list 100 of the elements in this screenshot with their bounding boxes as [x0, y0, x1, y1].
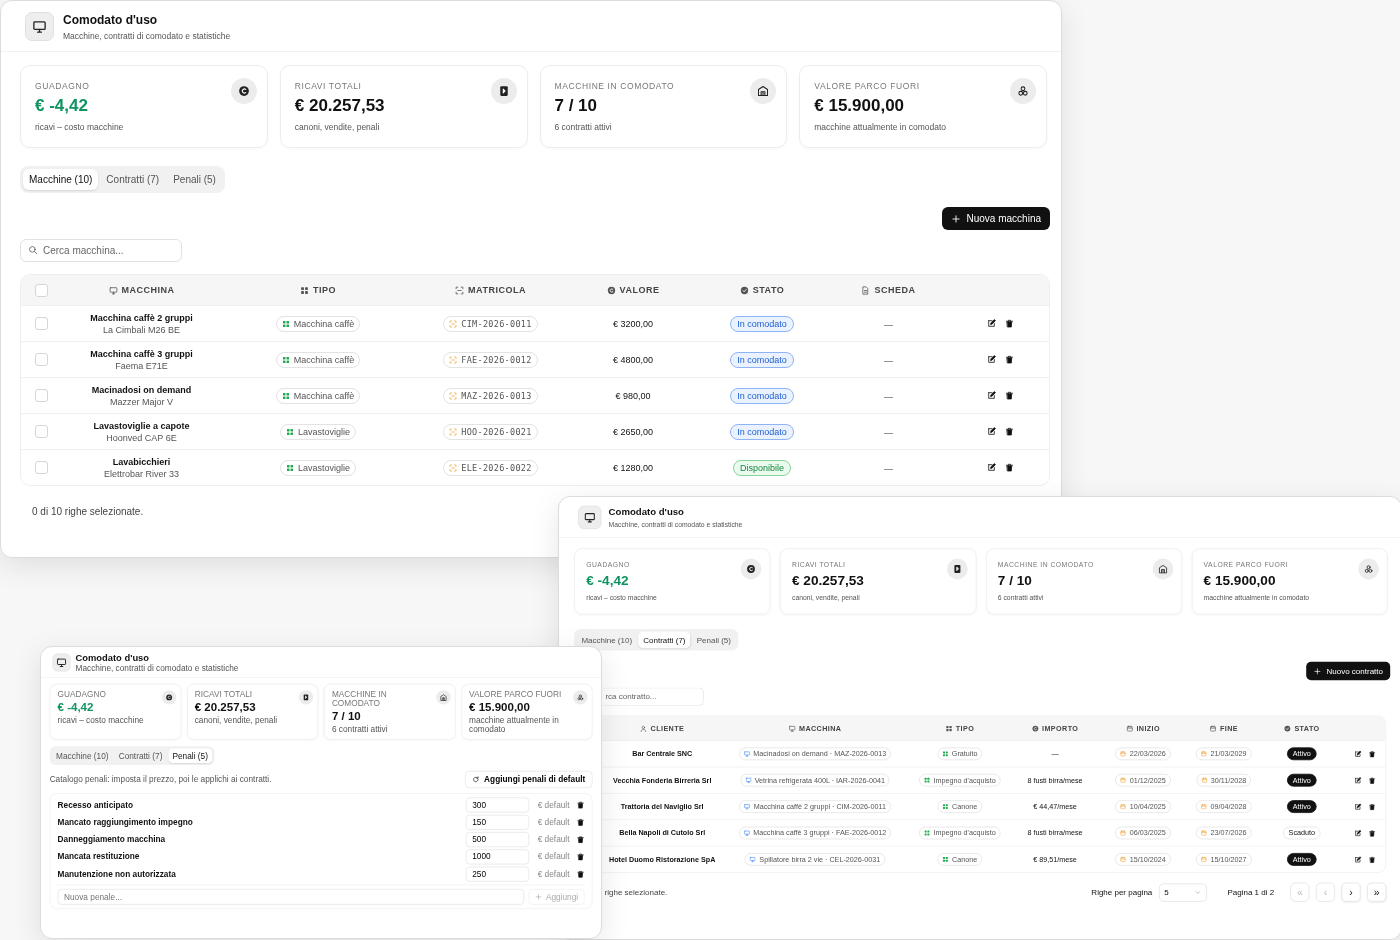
sheet-value: —: [884, 355, 893, 366]
trash-icon[interactable]: [1005, 463, 1014, 472]
edit-icon[interactable]: [1353, 776, 1361, 784]
row-checkbox[interactable]: [34, 317, 48, 330]
column-header: STATO: [752, 285, 785, 295]
edit-icon[interactable]: [1353, 855, 1361, 863]
calendar-icon: [1120, 829, 1127, 837]
trash-icon[interactable]: [1005, 319, 1014, 328]
edit-icon[interactable]: [987, 355, 996, 364]
stat-value: € 15.900,00: [1203, 573, 1277, 589]
edit-icon[interactable]: [1353, 803, 1361, 811]
unit-label: € default: [537, 869, 570, 879]
trash-icon[interactable]: [1005, 427, 1014, 436]
tab[interactable]: Macchine (10): [51, 748, 113, 763]
tab[interactable]: Penali (5): [167, 169, 222, 190]
amount-field[interactable]: 500: [465, 831, 530, 847]
page-button[interactable]: »: [1367, 882, 1387, 902]
building-icon: [1152, 558, 1174, 580]
amount-field[interactable]: 1000: [465, 848, 530, 865]
amount-field[interactable]: 250: [465, 866, 530, 882]
machine-name: Lavastoviglie a capote: [93, 420, 190, 431]
stat-note: canoni, vendite, penali: [294, 122, 381, 132]
grid-icon: [281, 355, 290, 364]
stat-value: € -4,42: [57, 701, 95, 714]
tab[interactable]: Contratti (7): [638, 631, 691, 649]
stat-note: ricavi – costo macchine: [57, 716, 145, 725]
app-icon: [578, 505, 602, 529]
penalty-name: Mancata restituzione: [57, 852, 141, 861]
tab[interactable]: Contratti (7): [114, 748, 167, 763]
stat-label: RICAVI TOTALI: [194, 690, 254, 699]
penalty-name: Manutenzione non autorizzata: [57, 869, 177, 879]
edit-icon[interactable]: [987, 319, 996, 328]
tab[interactable]: Contratti (7): [100, 169, 166, 190]
trash-icon[interactable]: [1005, 391, 1014, 400]
grid-icon: [281, 319, 290, 328]
machine-value: € 1280,00: [612, 462, 653, 473]
trash-icon[interactable]: [1368, 750, 1376, 758]
serial-number: FAE-2026-0012: [461, 354, 532, 365]
tab[interactable]: Macchine (10): [576, 631, 637, 649]
circles-icon: [573, 690, 588, 705]
trash-icon[interactable]: [1368, 855, 1376, 863]
calendar-icon: [1201, 856, 1208, 863]
file-icon: [861, 285, 871, 295]
search-field[interactable]: Cerca macchina...: [20, 239, 182, 262]
plus-icon: [1313, 667, 1322, 675]
tab[interactable]: Penali (5): [691, 631, 736, 649]
stat-label: VALORE PARCO FUORI: [469, 690, 563, 699]
page-button[interactable]: ›: [1341, 882, 1361, 902]
scan-icon: [449, 355, 458, 364]
page-title: Comodato d'uso: [63, 12, 159, 27]
row-checkbox[interactable]: [34, 353, 48, 366]
search-icon: [28, 245, 38, 255]
stat-label: GUADAGNO: [35, 81, 91, 91]
machine-value: € 980,00: [615, 390, 651, 401]
status-badge: In comodato: [730, 351, 794, 368]
check-circle-icon: [1284, 724, 1292, 732]
edit-icon[interactable]: [1353, 750, 1361, 758]
grid-icon: [300, 285, 309, 295]
scan-icon: [455, 285, 465, 295]
trash-icon[interactable]: [1368, 829, 1376, 837]
edit-icon[interactable]: [987, 463, 996, 472]
stat-value: € 15.900,00: [814, 96, 906, 116]
grid-icon: [286, 427, 294, 436]
plus-icon: [950, 213, 961, 224]
stat-note: canoni, vendite, penali: [194, 716, 279, 725]
stat-value: € 20.257,53: [792, 573, 864, 589]
row-checkbox[interactable]: [34, 389, 48, 402]
grid-icon: [942, 803, 949, 810]
edit-icon[interactable]: [987, 391, 996, 400]
amount-field[interactable]: 150: [465, 814, 530, 830]
trash-icon[interactable]: [1368, 776, 1376, 784]
row-checkbox[interactable]: [34, 425, 48, 438]
coin-icon: [1031, 724, 1039, 732]
coin-icon: [740, 558, 762, 580]
amount-field[interactable]: 300: [465, 797, 530, 813]
column-header: SCHEDA: [874, 285, 916, 295]
stat-value: € 20.257,53: [194, 701, 257, 714]
monitor-icon: [743, 750, 751, 757]
tab[interactable]: Macchine (10): [23, 169, 99, 190]
sheet-value: —: [884, 463, 893, 474]
edit-icon[interactable]: [1353, 829, 1361, 837]
tab[interactable]: Penali (5): [168, 748, 213, 763]
serial-number: MAZ-2026-0013: [461, 390, 532, 401]
row-checkbox[interactable]: [34, 461, 48, 474]
trash-icon[interactable]: [1368, 803, 1376, 811]
trash-icon[interactable]: [576, 835, 585, 844]
select-all-checkbox[interactable]: [34, 283, 48, 297]
default-penalties-button[interactable]: Aggiungi penali di default: [465, 770, 593, 789]
trash-icon[interactable]: [1005, 355, 1014, 364]
unit-label: € default: [537, 800, 570, 809]
stat-note: macchine attualmente in comodato: [814, 122, 947, 132]
chevron-down-icon: [1193, 888, 1202, 896]
add-button[interactable]: Nuova macchina: [941, 207, 1050, 230]
unit-label: € default: [537, 817, 570, 827]
building-icon: [750, 78, 777, 104]
edit-icon[interactable]: [987, 427, 996, 436]
search-field[interactable]: rca contratto...: [603, 687, 704, 706]
status-badge: In comodato: [730, 423, 794, 440]
rows-per-page-label: Righe per pagina: [1091, 887, 1153, 897]
add-button[interactable]: Nuovo contratto: [1306, 661, 1391, 681]
